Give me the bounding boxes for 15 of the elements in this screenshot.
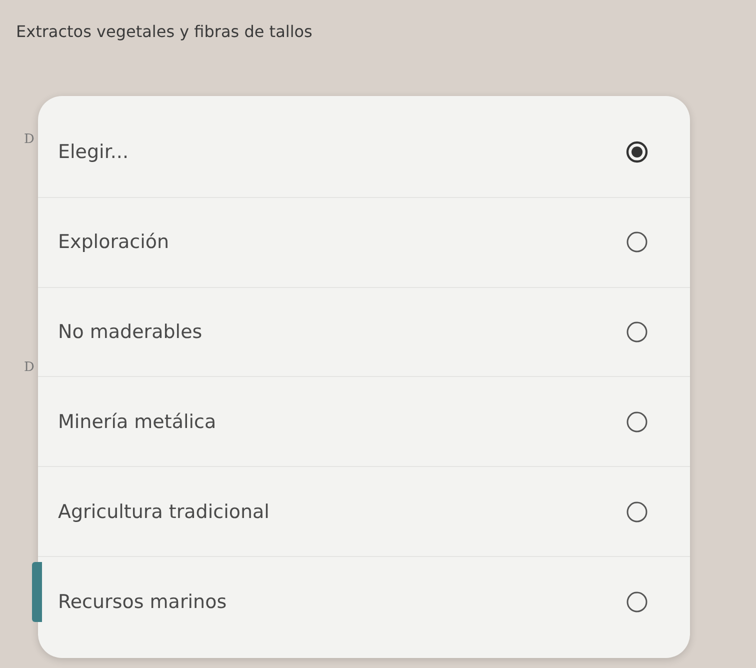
option-item[interactable]: Minería metálica [38,377,690,468]
option-item[interactable]: Elegir... [38,108,690,198]
option-item[interactable]: Recursos marinos [38,557,690,646]
option-label: Minería metálica [58,410,216,433]
option-label: Agricultura tradicional [58,500,270,523]
background-text: D [24,360,34,375]
background-text: D [24,132,34,147]
page-title: Extractos vegetales y fibras de tallos [15,21,314,43]
option-label: Recursos marinos [58,590,227,613]
option-item[interactable]: Exploración [38,198,690,288]
option-label: Exploración [58,231,170,254]
option-item[interactable]: Agricultura tradicional [38,467,690,558]
option-item[interactable]: No maderables [38,288,690,378]
option-label: No maderables [58,321,202,344]
option-label: Elegir... [58,141,128,164]
